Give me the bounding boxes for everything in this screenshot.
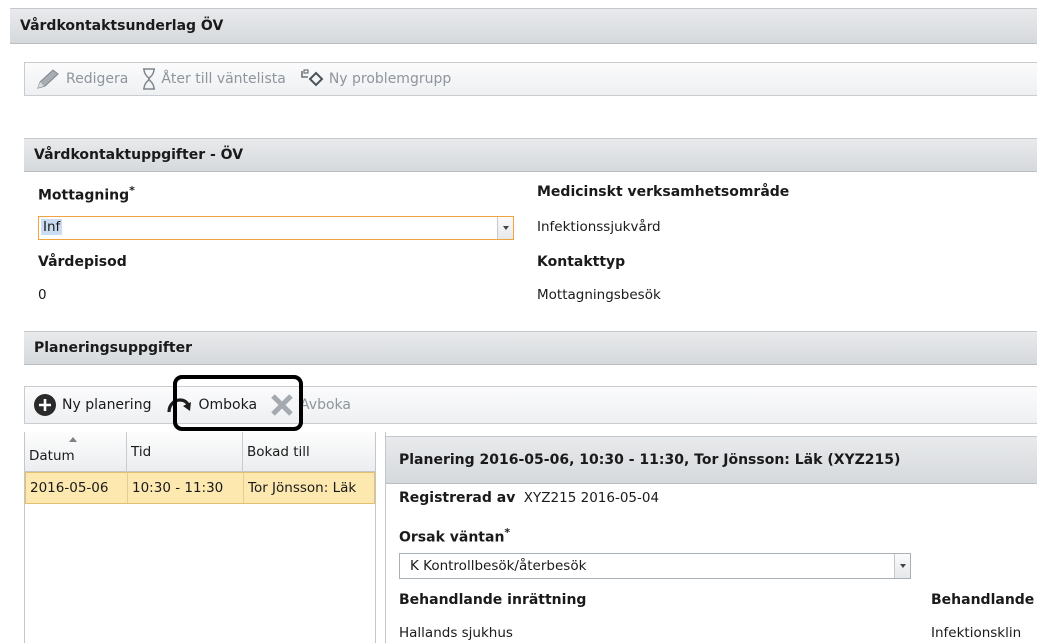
edit-label: Redigera: [66, 71, 129, 87]
kontakttyp-value: Mottagningsbesök: [537, 287, 661, 303]
new-planning-button[interactable]: Ny planering: [33, 393, 151, 417]
contact-section-header: Vårdkontaktuppgifter - ÖV: [24, 138, 1037, 172]
highlight-box: [173, 375, 303, 431]
kontakttyp-label: Kontakttyp: [537, 254, 626, 270]
cancel-booking-label: Avboka: [300, 397, 351, 413]
window-title-bar: Vårdkontaktsunderlag ÖV: [10, 8, 1037, 44]
medicinskt-value: Infektionssjukvård: [537, 219, 661, 235]
main-toolbar: Redigera Åter till väntelista Ny problem…: [24, 62, 1037, 96]
column-header-datum[interactable]: Datum: [25, 432, 127, 472]
column-header-bokad-till[interactable]: Bokad till: [243, 432, 375, 472]
new-problem-group-label: Ny problemgrupp: [328, 71, 452, 87]
back-to-waitlist-button[interactable]: Åter till väntelista: [142, 68, 286, 90]
medicinskt-label: Medicinskt verksamhetsområde: [537, 184, 790, 200]
new-problem-group-button[interactable]: Ny problemgrupp: [300, 69, 451, 89]
table-cell-datum: 2016-05-06: [26, 473, 128, 503]
table-cell-bokad-till: Tor Jönsson: Läk: [248, 480, 357, 496]
chevron-down-icon[interactable]: [497, 217, 513, 239]
required-mark: *: [129, 184, 135, 197]
chevron-down-icon[interactable]: [894, 554, 910, 578]
table-row[interactable]: 2016-05-06 10:30 - 11:30 Tor Jönsson: Lä…: [25, 472, 375, 504]
reason-value: K Kontrollbesök/återbesök: [410, 558, 587, 574]
required-mark: *: [504, 526, 511, 539]
behandlande2-label: Behandlande: [931, 592, 1035, 608]
registered-value: XYZ215 2016-05-04: [523, 490, 660, 506]
behandlande-label: Behandlande inrättning: [399, 592, 587, 608]
reason-label: Orsak väntan*: [399, 526, 511, 546]
behandlande-value: Hallands sjukhus: [399, 625, 513, 641]
mottagning-label: Mottagning*: [38, 184, 135, 204]
detail-title: Planering 2016-05-06, 10:30 - 11:30, Tor…: [399, 452, 901, 468]
planning-section-header: Planeringsuppgifter: [24, 331, 1037, 365]
reason-combobox[interactable]: K Kontrollbesök/återbesök: [399, 553, 911, 579]
plus-circle-icon: [34, 394, 56, 416]
table-cell-tid: 10:30 - 11:30: [128, 473, 244, 503]
new-planning-label: Ny planering: [62, 397, 152, 413]
vardepisod-value: 0: [38, 287, 47, 303]
vardepisod-label: Vårdepisod: [38, 254, 127, 270]
registered-row: Registrerad av XYZ215 2016-05-04: [399, 490, 659, 506]
detail-header: Planering 2016-05-06, 10:30 - 11:30, Tor…: [386, 436, 1037, 484]
edit-button[interactable]: Redigera: [35, 68, 128, 90]
window-title: Vårdkontaktsunderlag ÖV: [20, 18, 224, 34]
grid-header: Datum Tid Bokad till: [25, 432, 375, 472]
hourglass-icon: [143, 68, 156, 90]
planning-grid: Datum Tid Bokad till 2016-05-06 10:30 - …: [24, 432, 376, 643]
column-header-tid[interactable]: Tid: [127, 432, 243, 472]
planning-section-title: Planeringsuppgifter: [34, 340, 193, 356]
pencil-icon: [37, 69, 59, 89]
mottagning-value: Inf: [41, 219, 63, 235]
problem-group-icon: [301, 69, 324, 87]
detail-panel: Planering 2016-05-06, 10:30 - 11:30, Tor…: [385, 432, 1037, 643]
registered-label: Registrerad av: [399, 490, 516, 506]
sort-ascending-icon: [69, 437, 77, 442]
contact-section-title: Vårdkontaktuppgifter - ÖV: [34, 147, 244, 163]
behandlande2-value: Infektionsklin: [931, 625, 1022, 641]
back-to-waitlist-label: Åter till väntelista: [161, 71, 286, 87]
mottagning-combobox[interactable]: Inf: [38, 216, 514, 240]
